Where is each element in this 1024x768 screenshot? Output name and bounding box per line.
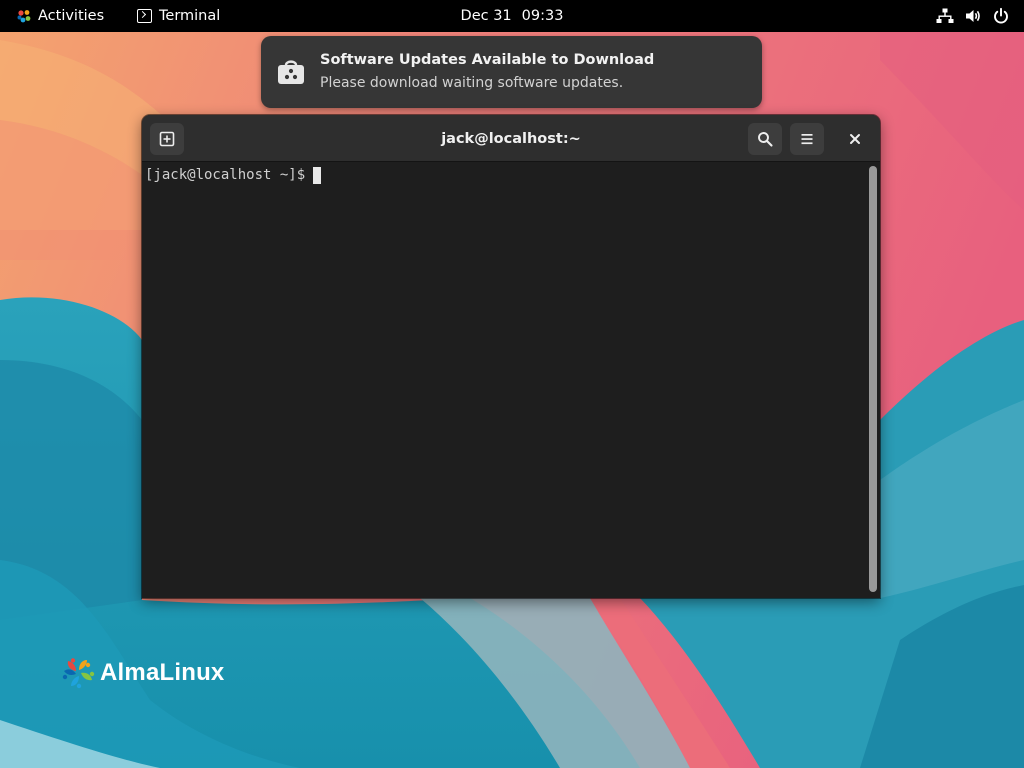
system-status-menu[interactable] (930, 0, 1016, 32)
terminal-icon (137, 9, 152, 23)
almalinux-logo: AlmaLinux (62, 656, 224, 690)
close-window-button[interactable] (839, 123, 871, 155)
terminal-window[interactable]: jack@localhost:~ [jack@localhost ~]$ (142, 115, 880, 598)
search-button[interactable] (748, 123, 782, 155)
terminal-scrollbar[interactable] (866, 163, 880, 598)
notification-banner[interactable]: Software Updates Available to Download P… (261, 36, 762, 108)
almalinux-logo-icon (62, 658, 95, 689)
notification-body: Please download waiting software updates… (320, 75, 624, 91)
almalinux-activities-icon (17, 10, 31, 23)
clock-date: Dec 31 (460, 8, 512, 24)
hamburger-menu-icon (801, 134, 813, 145)
close-icon (850, 134, 860, 144)
network-wired-icon (936, 8, 954, 23)
top-bar: Activities Terminal Dec 31 09:33 (0, 0, 1024, 32)
text-cursor (313, 166, 322, 184)
app-menu-button[interactable]: Terminal (131, 0, 226, 32)
volume-icon (966, 10, 980, 22)
new-tab-icon (159, 131, 175, 147)
shell-prompt: [jack@localhost ~]$ (145, 167, 306, 183)
activities-label: Activities (38, 8, 105, 24)
clock-button[interactable]: Dec 31 09:33 (455, 8, 570, 24)
activities-button[interactable]: Activities (10, 0, 110, 32)
search-icon (758, 132, 773, 147)
terminal-content[interactable]: [jack@localhost ~]$ (142, 163, 866, 598)
software-store-icon (278, 60, 304, 84)
scrollbar-thumb[interactable] (869, 166, 877, 592)
almalinux-logo-text: AlmaLinux (100, 659, 225, 686)
main-menu-button[interactable] (790, 123, 824, 155)
prompt-line: [jack@localhost ~]$ (145, 165, 863, 185)
terminal-headerbar[interactable]: jack@localhost:~ (142, 115, 880, 162)
notification-title: Software Updates Available to Download (320, 52, 655, 68)
app-menu-label: Terminal (159, 8, 221, 24)
power-icon (994, 7, 1008, 24)
clock-time: 09:33 (521, 8, 564, 24)
new-tab-button[interactable] (150, 123, 184, 155)
